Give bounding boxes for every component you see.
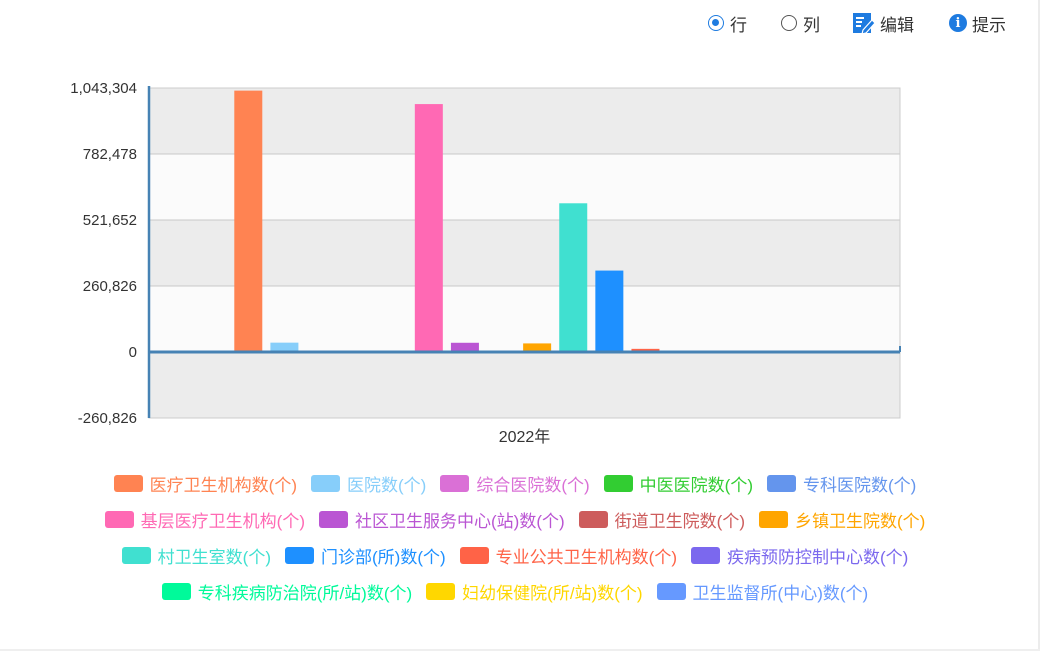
legend-swatch <box>656 582 686 600</box>
legend-swatch <box>440 474 470 492</box>
legend-swatch <box>766 474 796 492</box>
x-category-label: 2022年 <box>499 428 551 446</box>
bar <box>414 104 443 352</box>
legend-swatch <box>104 510 134 528</box>
legend-label: 综合医院数(个) <box>476 475 590 495</box>
legend-item[interactable]: 综合医院数(个) <box>440 471 590 496</box>
legend-item[interactable]: 专业公共卫生机构数(个) <box>459 543 677 568</box>
bar-chart: 1,043,304 782,478 521,652 260,826 0 -260,826 2… <box>70 80 901 446</box>
legend-swatch <box>319 510 348 528</box>
legend-item[interactable]: 专科疾病防治院(所/站)数(个) <box>161 579 413 604</box>
legend-label: 门诊部(所)数(个) <box>321 547 446 567</box>
legend-item[interactable]: 妇幼保健院(所/站)数(个) <box>426 579 643 604</box>
legend-label: 医院数(个) <box>347 475 427 495</box>
legend-item[interactable]: 基层医疗卫生机构(个) <box>104 507 305 532</box>
legend-item[interactable]: 疾病预防控制中心数(个) <box>690 543 909 568</box>
edit-icon <box>853 13 876 35</box>
column-option[interactable]: 列 <box>781 11 820 35</box>
legend-item[interactable]: 医疗卫生机构数(个) <box>113 471 297 496</box>
bar <box>595 270 624 352</box>
legend-swatch <box>426 582 456 600</box>
legend-label: 卫生监督所(中心)数(个) <box>692 583 869 603</box>
legend-row: 基层医疗卫生机构(个) 社区卫生服务中心(站)数(个) 街道卫生院数(个) 乡镇卫生院… <box>40 501 990 537</box>
legend-swatch <box>285 546 314 564</box>
y-tick-label: 1,043,304 <box>70 80 137 97</box>
legend-item[interactable]: 门诊部(所)数(个) <box>285 543 446 568</box>
legend-item[interactable]: 村卫生室数(个) <box>121 543 271 568</box>
info-icon: i <box>949 14 967 32</box>
legend-swatch <box>690 546 720 564</box>
y-tick-label: 521,652 <box>83 212 137 229</box>
edit-label: 编辑 <box>880 15 914 35</box>
bar <box>559 203 588 352</box>
legend-item[interactable]: 乡镇卫生院数(个) <box>758 507 926 532</box>
legend-item[interactable]: 医院数(个) <box>311 471 426 496</box>
y-tick-label: -260,826 <box>78 410 137 427</box>
y-tick-label: 260,826 <box>83 278 137 295</box>
edit-button[interactable]: 编辑 <box>852 11 914 35</box>
legend-label: 妇幼保健院(所/站)数(个) <box>462 583 643 603</box>
chart-legend: 医疗卫生机构数(个) 医院数(个) 综合医院数(个) 中医医院数(个) 专科医院数(个)… <box>40 465 990 609</box>
legend-row: 村卫生室数(个) 门诊部(所)数(个) 专业公共卫生机构数(个) 疾病预防控制中心数(… <box>40 537 990 573</box>
legend-item[interactable]: 专科医院数(个) <box>766 471 917 496</box>
legend-label: 社区卫生服务中心(站)数(个) <box>355 511 565 531</box>
plot-band <box>149 352 900 418</box>
legend-swatch <box>161 582 191 600</box>
legend-label: 乡镇卫生院数(个) <box>794 511 926 531</box>
legend-swatch <box>121 546 151 564</box>
legend-label: 医疗卫生机构数(个) <box>149 475 297 495</box>
legend-swatch <box>758 510 788 528</box>
legend-item[interactable]: 社区卫生服务中心(站)数(个) <box>319 507 565 532</box>
legend-item[interactable]: 街道卫生院数(个) <box>578 507 745 532</box>
tip-button[interactable]: i 提示 <box>949 11 1006 35</box>
column-label: 列 <box>803 15 820 35</box>
legend-label: 街道卫生院数(个) <box>614 511 745 531</box>
tip-label: 提示 <box>972 15 1006 35</box>
legend-swatch <box>459 546 489 564</box>
legend-label: 中医医院数(个) <box>639 475 753 495</box>
legend-label: 专业公共卫生机构数(个) <box>495 547 677 567</box>
row-option[interactable]: 行 <box>708 11 747 35</box>
legend-label: 疾病预防控制中心数(个) <box>726 547 909 567</box>
chart-toolbar: 行 列 编辑 i 提示 <box>705 11 1025 35</box>
column-radio-icon[interactable] <box>781 15 797 31</box>
legend-swatch <box>113 474 143 492</box>
legend-swatch <box>578 510 608 528</box>
legend-row: 医疗卫生机构数(个) 医院数(个) 综合医院数(个) 中医医院数(个) 专科医院数(个) <box>40 465 990 501</box>
legend-label: 专科疾病防治院(所/站)数(个) <box>197 583 413 603</box>
legend-row: 专科疾病防治院(所/站)数(个) 妇幼保健院(所/站)数(个) 卫生监督所(中心)数… <box>40 573 990 609</box>
legend-label: 专科医院数(个) <box>802 475 917 495</box>
legend-label: 村卫生室数(个) <box>157 547 271 567</box>
legend-swatch <box>603 474 633 492</box>
legend-item[interactable]: 卫生监督所(中心)数(个) <box>656 579 869 604</box>
legend-label: 基层医疗卫生机构(个) <box>140 511 305 531</box>
legend-swatch <box>311 474 340 492</box>
y-tick-label: 0 <box>129 344 137 361</box>
row-radio-icon[interactable] <box>708 15 724 31</box>
bar <box>234 90 263 352</box>
y-tick-label: 782,478 <box>83 146 137 163</box>
legend-item[interactable]: 中医医院数(个) <box>603 471 753 496</box>
row-label: 行 <box>730 15 747 35</box>
